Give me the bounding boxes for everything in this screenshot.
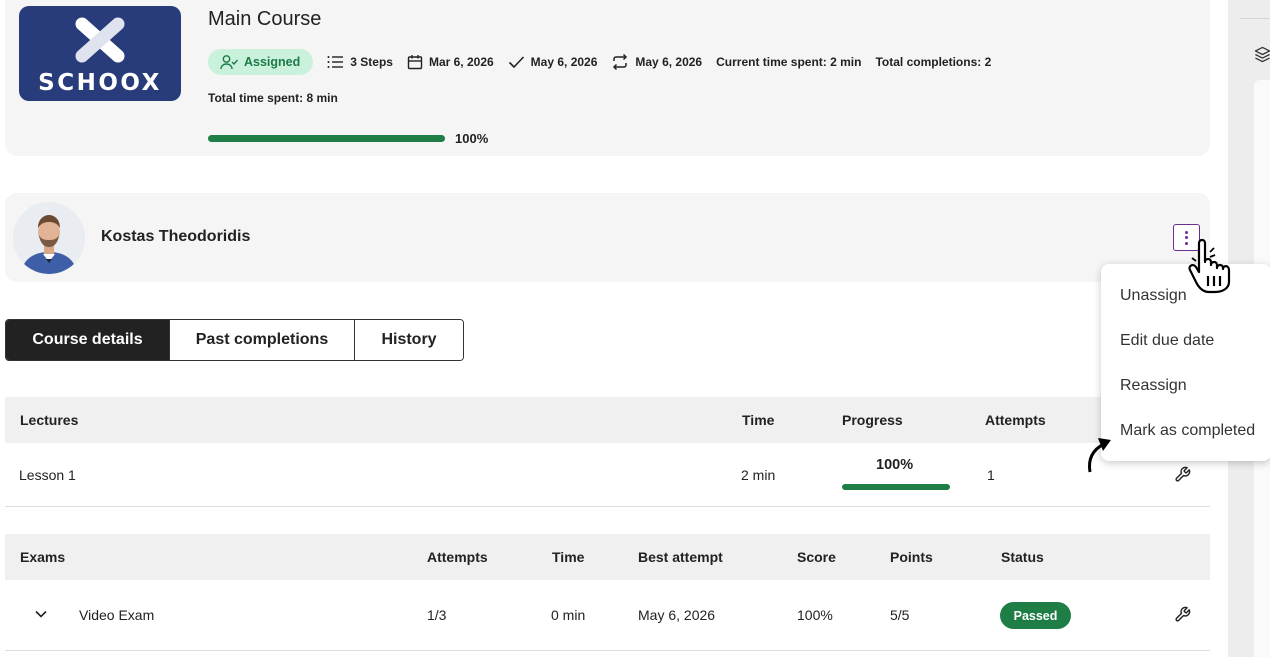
total-completions: Total completions: 2 <box>875 55 992 69</box>
col-progress: Progress <box>842 412 903 428</box>
lecture-attempts: 1 <box>987 466 995 483</box>
menu-item-edit-due-date[interactable]: Edit due date <box>1120 332 1214 350</box>
user-name: Kostas Theodoridis <box>101 228 251 245</box>
exam-best-attempt: May 6, 2026 <box>638 607 716 623</box>
course-progress-label: 100% <box>455 131 489 146</box>
completed-date: May 6, 2026 <box>508 55 597 69</box>
col-status: Status <box>1001 549 1044 565</box>
exam-attempts: 1/3 <box>427 607 447 623</box>
status-badge: Assigned <box>208 49 314 75</box>
assigned-date: Mar 6, 2026 <box>407 54 494 70</box>
course-meta-row: Assigned 3 Steps Mar 6, 2026 May 6, 2026 <box>208 49 991 75</box>
menu-item-unassign[interactable]: Unassign <box>1120 287 1187 305</box>
layers-icon[interactable] <box>1254 46 1270 63</box>
status-badge-label: Assigned <box>244 55 301 69</box>
check-icon <box>508 56 524 69</box>
menu-item-mark-as-completed[interactable]: Mark as completed <box>1120 422 1255 440</box>
col-lectures: Lectures <box>20 412 79 428</box>
menu-item-reassign[interactable]: Reassign <box>1120 377 1187 395</box>
wrench-icon[interactable] <box>1174 466 1191 483</box>
tab-bar: Course details Past completions History <box>5 319 464 361</box>
main-content: SCHOOX Main Course Assigned 3 Steps Mar … <box>0 0 1228 657</box>
hand-cursor-icon <box>1188 238 1231 294</box>
lectures-table-header: Lectures Time Progress Attempts <box>5 397 1210 443</box>
col-attempts: Attempts <box>427 549 488 565</box>
repeat-icon <box>613 53 628 71</box>
col-score: Score <box>797 549 836 565</box>
calendar-icon <box>407 55 423 70</box>
exam-time: 0 min <box>551 607 586 623</box>
avatar-image <box>13 202 85 274</box>
recurring-date: May 6, 2026 <box>611 53 702 71</box>
chevron-down-icon[interactable] <box>35 610 47 618</box>
col-time: Time <box>552 549 585 565</box>
current-time-spent: Current time spent: 2 min <box>716 55 862 69</box>
steps-count: 3 Steps <box>327 55 393 69</box>
course-progress-bar <box>208 135 445 142</box>
col-time: Time <box>742 412 775 428</box>
avatar <box>13 202 85 274</box>
exam-score: 100% <box>797 607 833 623</box>
col-exams: Exams <box>20 549 66 565</box>
col-points: Points <box>890 549 933 565</box>
course-progress-fill <box>208 135 445 142</box>
exam-points: 5/5 <box>890 607 910 623</box>
tab-past-completions[interactable]: Past completions <box>170 320 355 360</box>
total-time-spent: Total time spent: 8 min <box>208 91 338 105</box>
status-badge-passed: Passed <box>1000 602 1071 629</box>
table-row: Lesson 1 2 min 100% 1 <box>5 443 1210 507</box>
lecture-progress-bar <box>842 484 950 490</box>
exam-name[interactable]: Video Exam <box>79 607 154 623</box>
col-best-attempt: Best attempt <box>638 549 723 565</box>
table-row: Video Exam 1/3 0 min May 6, 2026 100% 5/… <box>5 580 1210 651</box>
lecture-time: 2 min <box>741 466 776 483</box>
course-title: Main Course <box>208 8 322 30</box>
lecture-name[interactable]: Lesson 1 <box>19 467 76 483</box>
lecture-progress-label: 100% <box>876 457 914 473</box>
panel-divider <box>1240 18 1270 19</box>
course-header-card <box>5 0 1210 156</box>
tab-course-details[interactable]: Course details <box>6 320 170 360</box>
wrench-icon[interactable] <box>1174 606 1191 623</box>
course-logo: SCHOOX <box>19 6 181 101</box>
exams-table-header: Exams Attempts Time Best attempt Score P… <box>5 534 1210 580</box>
context-menu: Unassign Edit due date Reassign Mark as … <box>1101 264 1270 461</box>
user-check-icon <box>220 55 238 70</box>
list-icon <box>327 56 344 68</box>
tab-history[interactable]: History <box>355 320 463 360</box>
curved-arrow-icon <box>1088 438 1111 473</box>
kebab-menu-icon <box>1185 230 1188 234</box>
logo-text: SCHOOX <box>38 70 162 96</box>
col-attempts: Attempts <box>985 412 1046 428</box>
